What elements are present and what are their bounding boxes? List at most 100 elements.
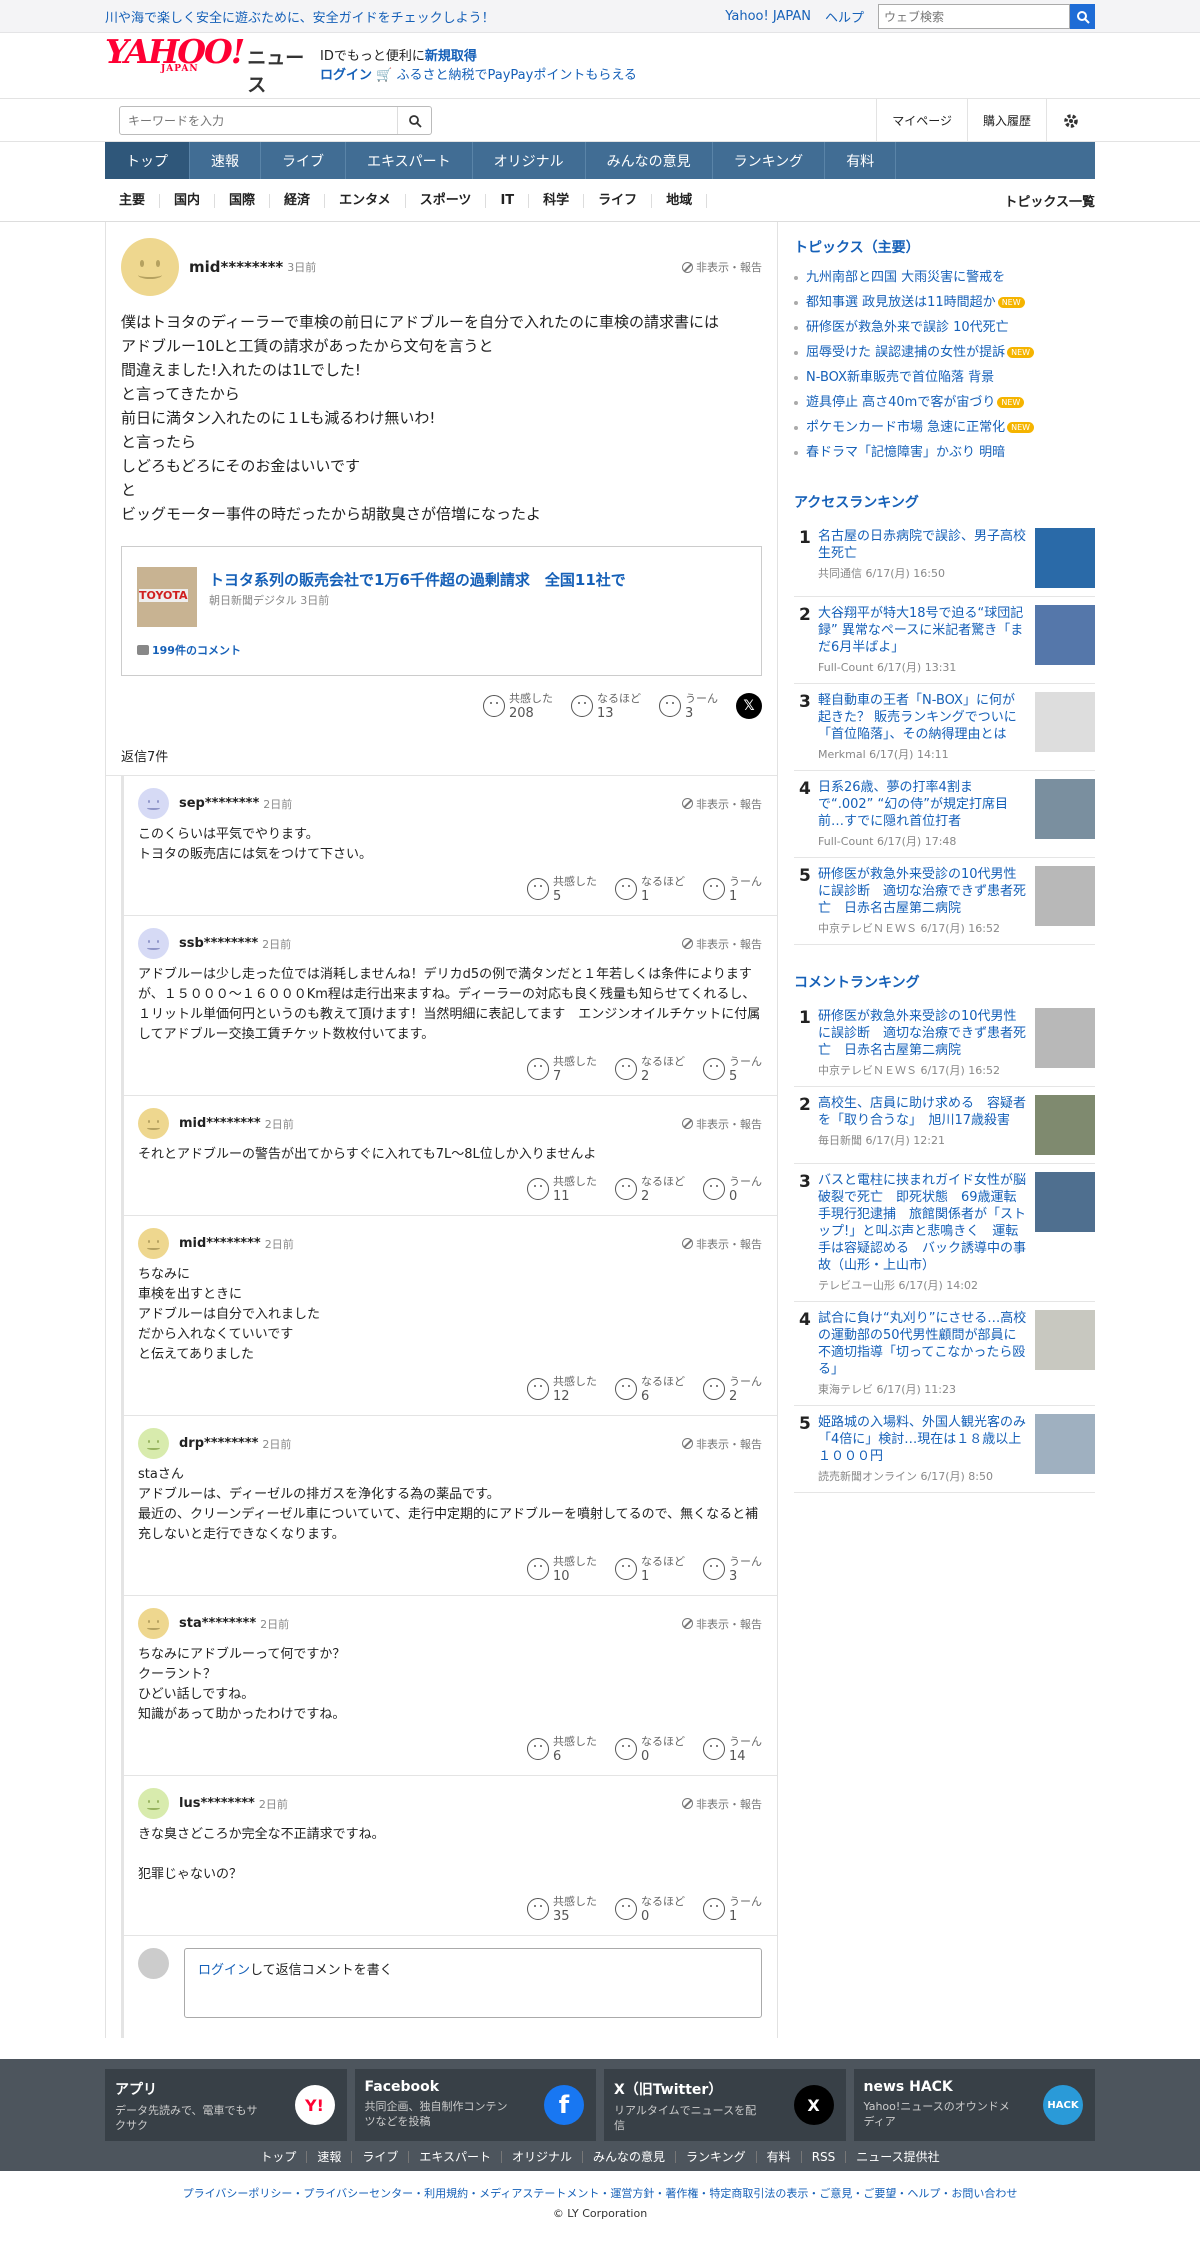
- topic-item[interactable]: 都知事選 政見放送は11時間超か NEW: [794, 290, 1095, 315]
- report-button[interactable]: 非表示・報告: [682, 1236, 762, 1252]
- react-hmm-button[interactable]: うーん 3: [703, 1553, 762, 1585]
- rank-title[interactable]: 研修医が救急外来受診の10代男性に誤診断 適切な治療できず患者死亡 日赤名古屋第…: [818, 1008, 1027, 1059]
- yahoo-japan-link[interactable]: Yahoo! JAPAN: [725, 9, 811, 24]
- react-empathy-button[interactable]: 共感した 7: [527, 1053, 597, 1085]
- react-hmm-button[interactable]: うーん 5: [703, 1053, 762, 1085]
- rank-title[interactable]: 名古屋の日赤病院で誤診、男子高校生死亡: [818, 528, 1027, 562]
- rank-title[interactable]: バスと電柱に挟まれガイド女性が脳破裂で死亡 即死状態 69歳運転手現行犯逮捕 旅…: [818, 1172, 1027, 1274]
- username[interactable]: mid********: [179, 1116, 261, 1131]
- username[interactable]: drp********: [179, 1436, 258, 1451]
- access-ranking-heading[interactable]: アクセスランキング: [794, 487, 1095, 520]
- footer-nav-link[interactable]: オリジナル: [502, 2151, 584, 2163]
- comment-ranking-heading[interactable]: コメントランキング: [794, 967, 1095, 1000]
- footer-nav-link[interactable]: みんなの意見: [583, 2151, 677, 2163]
- nav-ranking[interactable]: ランキング: [713, 142, 826, 179]
- username[interactable]: mid********: [179, 1236, 261, 1251]
- settings-button[interactable]: [1046, 99, 1095, 142]
- rank-title[interactable]: 姫路城の入場料、外国人観光客のみ「4倍に」検討…現在は１８歳以上１０００円: [818, 1414, 1027, 1465]
- report-button[interactable]: 非表示・報告: [682, 1796, 762, 1812]
- web-search-input[interactable]: [878, 4, 1070, 29]
- article-title[interactable]: トヨタ系列の販売会社で1万6千件超の過剰請求 全国11社で: [209, 569, 626, 590]
- topic-sports[interactable]: スポーツ: [406, 193, 487, 208]
- footer-box[interactable]: アプリ データ先読みで、電車でもサクサク Y!: [105, 2069, 347, 2141]
- username[interactable]: sep********: [179, 796, 259, 811]
- login-link[interactable]: ログイン: [198, 1963, 250, 1978]
- ranking-item[interactable]: 5 姫路城の入場料、外国人観光客のみ「4倍に」検討…現在は１８歳以上１０００円 読売…: [794, 1406, 1095, 1493]
- rank-title[interactable]: 大谷翔平が特大18号で迫る“球団記録” 異常なペースに米記者驚き「まだ6月半ばよ…: [818, 605, 1027, 656]
- react-hmm-button[interactable]: うーん 14: [703, 1733, 762, 1765]
- topic-item[interactable]: 遊具停止 高さ40mで客が宙づり NEW: [794, 390, 1095, 415]
- nav-live[interactable]: ライブ: [261, 142, 346, 179]
- ranking-item[interactable]: 5 研修医が救急外来受診の10代男性に誤診断 適切な治療できず患者死亡 日赤名古屋…: [794, 858, 1095, 945]
- react-insight-button[interactable]: なるほど 0: [615, 1893, 685, 1925]
- ranking-item[interactable]: 3 バスと電柱に挟まれガイド女性が脳破裂で死亡 即死状態 69歳運転手現行犯逮捕 …: [794, 1164, 1095, 1302]
- ranking-item[interactable]: 1 名古屋の日赤病院で誤診、男子高校生死亡 共同通信 6/17(月) 16:50: [794, 520, 1095, 597]
- react-insight-button[interactable]: なるほど 2: [615, 1173, 685, 1205]
- topic-item[interactable]: 春ドラマ「記憶障害」かぶり 明暗: [794, 440, 1095, 465]
- footer-nav-link[interactable]: RSS: [802, 2151, 847, 2163]
- login-link[interactable]: ログイン: [320, 68, 372, 83]
- topic-domestic[interactable]: 国内: [160, 193, 216, 208]
- topic-list-link[interactable]: トピックス一覧: [1004, 191, 1095, 210]
- report-button[interactable]: 非表示・報告: [682, 936, 762, 952]
- x-share-button[interactable]: 𝕏: [736, 693, 762, 719]
- username[interactable]: lus********: [179, 1796, 255, 1811]
- topic-economy[interactable]: 経済: [270, 193, 326, 208]
- rank-title[interactable]: 軽自動車の王者「N-BOX」に何が起きた？ 販売ランキングでついに「首位陥落」、…: [818, 692, 1027, 743]
- safety-guide-link[interactable]: 川や海で楽しく安全に遊ぶために、安全ガイドをチェックしよう！: [105, 7, 711, 26]
- footer-box[interactable]: X（旧Twitter） リアルタイムでニュースを配信 X: [604, 2069, 846, 2141]
- footer-nav-link[interactable]: ニュース提供社: [846, 2151, 949, 2163]
- username[interactable]: mid********: [189, 258, 283, 276]
- topic-life[interactable]: ライフ: [584, 193, 653, 208]
- react-hmm-button[interactable]: うーん 0: [703, 1173, 762, 1205]
- legal-links[interactable]: プライバシーポリシー・プライバシーセンター・利用規約・メディアステートメント・運…: [0, 2185, 1200, 2201]
- topic-main[interactable]: 主要: [105, 193, 161, 208]
- react-empathy-button[interactable]: 共感した 6: [527, 1733, 597, 1765]
- username[interactable]: sta********: [179, 1616, 256, 1631]
- article-card[interactable]: トヨタ系列の販売会社で1万6千件超の過剰請求 全国11社で 朝日新聞デジタル 3…: [121, 546, 762, 676]
- react-insight-button[interactable]: なるほど 0: [615, 1733, 685, 1765]
- rank-title[interactable]: 研修医が救急外来受診の10代男性に誤診断 適切な治療できず患者死亡 日赤名古屋第…: [818, 866, 1027, 917]
- topic-item[interactable]: 屈辱受けた 誤認逮捕の女性が提訴 NEW: [794, 340, 1095, 365]
- react-empathy-button[interactable]: 共感した 5: [527, 873, 597, 905]
- rank-title[interactable]: 日系26歳、夢の打率4割まで“.002” “幻の侍”が規定打席目前…すでに隠れ首…: [818, 779, 1027, 830]
- footer-nav-link[interactable]: 有料: [757, 2151, 802, 2163]
- topic-local[interactable]: 地域: [652, 193, 708, 208]
- footer-nav-link[interactable]: エキスパート: [409, 2151, 502, 2163]
- footer-box[interactable]: Facebook 共同企画、独自制作コンテンツなどを投稿 f: [354, 2069, 596, 2141]
- nav-opinion[interactable]: みんなの意見: [586, 142, 713, 179]
- nav-original[interactable]: オリジナル: [473, 142, 586, 179]
- mypage-link[interactable]: マイページ: [876, 99, 967, 142]
- web-search-button[interactable]: [1070, 4, 1095, 29]
- help-link[interactable]: ヘルプ: [825, 7, 864, 26]
- react-empathy-button[interactable]: 共感した 35: [527, 1893, 597, 1925]
- article-comments-link[interactable]: 199件のコメント: [137, 642, 746, 658]
- nav-top[interactable]: トップ: [105, 142, 190, 179]
- footer-nav-link[interactable]: ランキング: [676, 2151, 757, 2163]
- react-insight-button[interactable]: なるほど 1: [615, 1553, 685, 1585]
- react-insight-button[interactable]: なるほど 6: [615, 1373, 685, 1405]
- react-empathy-button[interactable]: 共感した 208: [483, 690, 553, 722]
- topic-it[interactable]: IT: [486, 193, 530, 208]
- topic-item[interactable]: ポケモンカード市場 急速に正常化 NEW: [794, 415, 1095, 440]
- react-hmm-button[interactable]: うーん 1: [703, 1893, 762, 1925]
- topic-entertainment[interactable]: エンタメ: [325, 193, 406, 208]
- react-empathy-button[interactable]: 共感した 12: [527, 1373, 597, 1405]
- react-hmm-button[interactable]: うーん 1: [703, 873, 762, 905]
- signup-link[interactable]: 新規取得: [425, 49, 477, 64]
- footer-nav-link[interactable]: トップ: [250, 2151, 308, 2163]
- report-button[interactable]: 非表示・報告: [682, 1616, 762, 1632]
- nav-expert[interactable]: エキスパート: [346, 142, 473, 179]
- keyword-search-button[interactable]: [397, 107, 431, 134]
- keyword-search-input[interactable]: [120, 107, 397, 134]
- ranking-item[interactable]: 4 日系26歳、夢の打率4割まで“.002” “幻の侍”が規定打席目前…すでに隠れ…: [794, 771, 1095, 858]
- report-button[interactable]: 非表示・報告: [682, 1436, 762, 1452]
- furusato-link[interactable]: ふるさと納税でPayPayポイントもらえる: [396, 68, 636, 83]
- footer-nav-link[interactable]: 速報: [307, 2151, 353, 2163]
- nav-paid[interactable]: 有料: [825, 142, 897, 179]
- report-button[interactable]: 非表示・報告: [682, 796, 762, 812]
- react-insight-button[interactable]: なるほど 1: [615, 873, 685, 905]
- ranking-item[interactable]: 3 軽自動車の王者「N-BOX」に何が起きた？ 販売ランキングでついに「首位陥落」…: [794, 684, 1095, 771]
- username[interactable]: ssb********: [179, 936, 258, 951]
- ranking-item[interactable]: 2 大谷翔平が特大18号で迫る“球団記録” 異常なペースに米記者驚き「まだ6月半ば…: [794, 597, 1095, 684]
